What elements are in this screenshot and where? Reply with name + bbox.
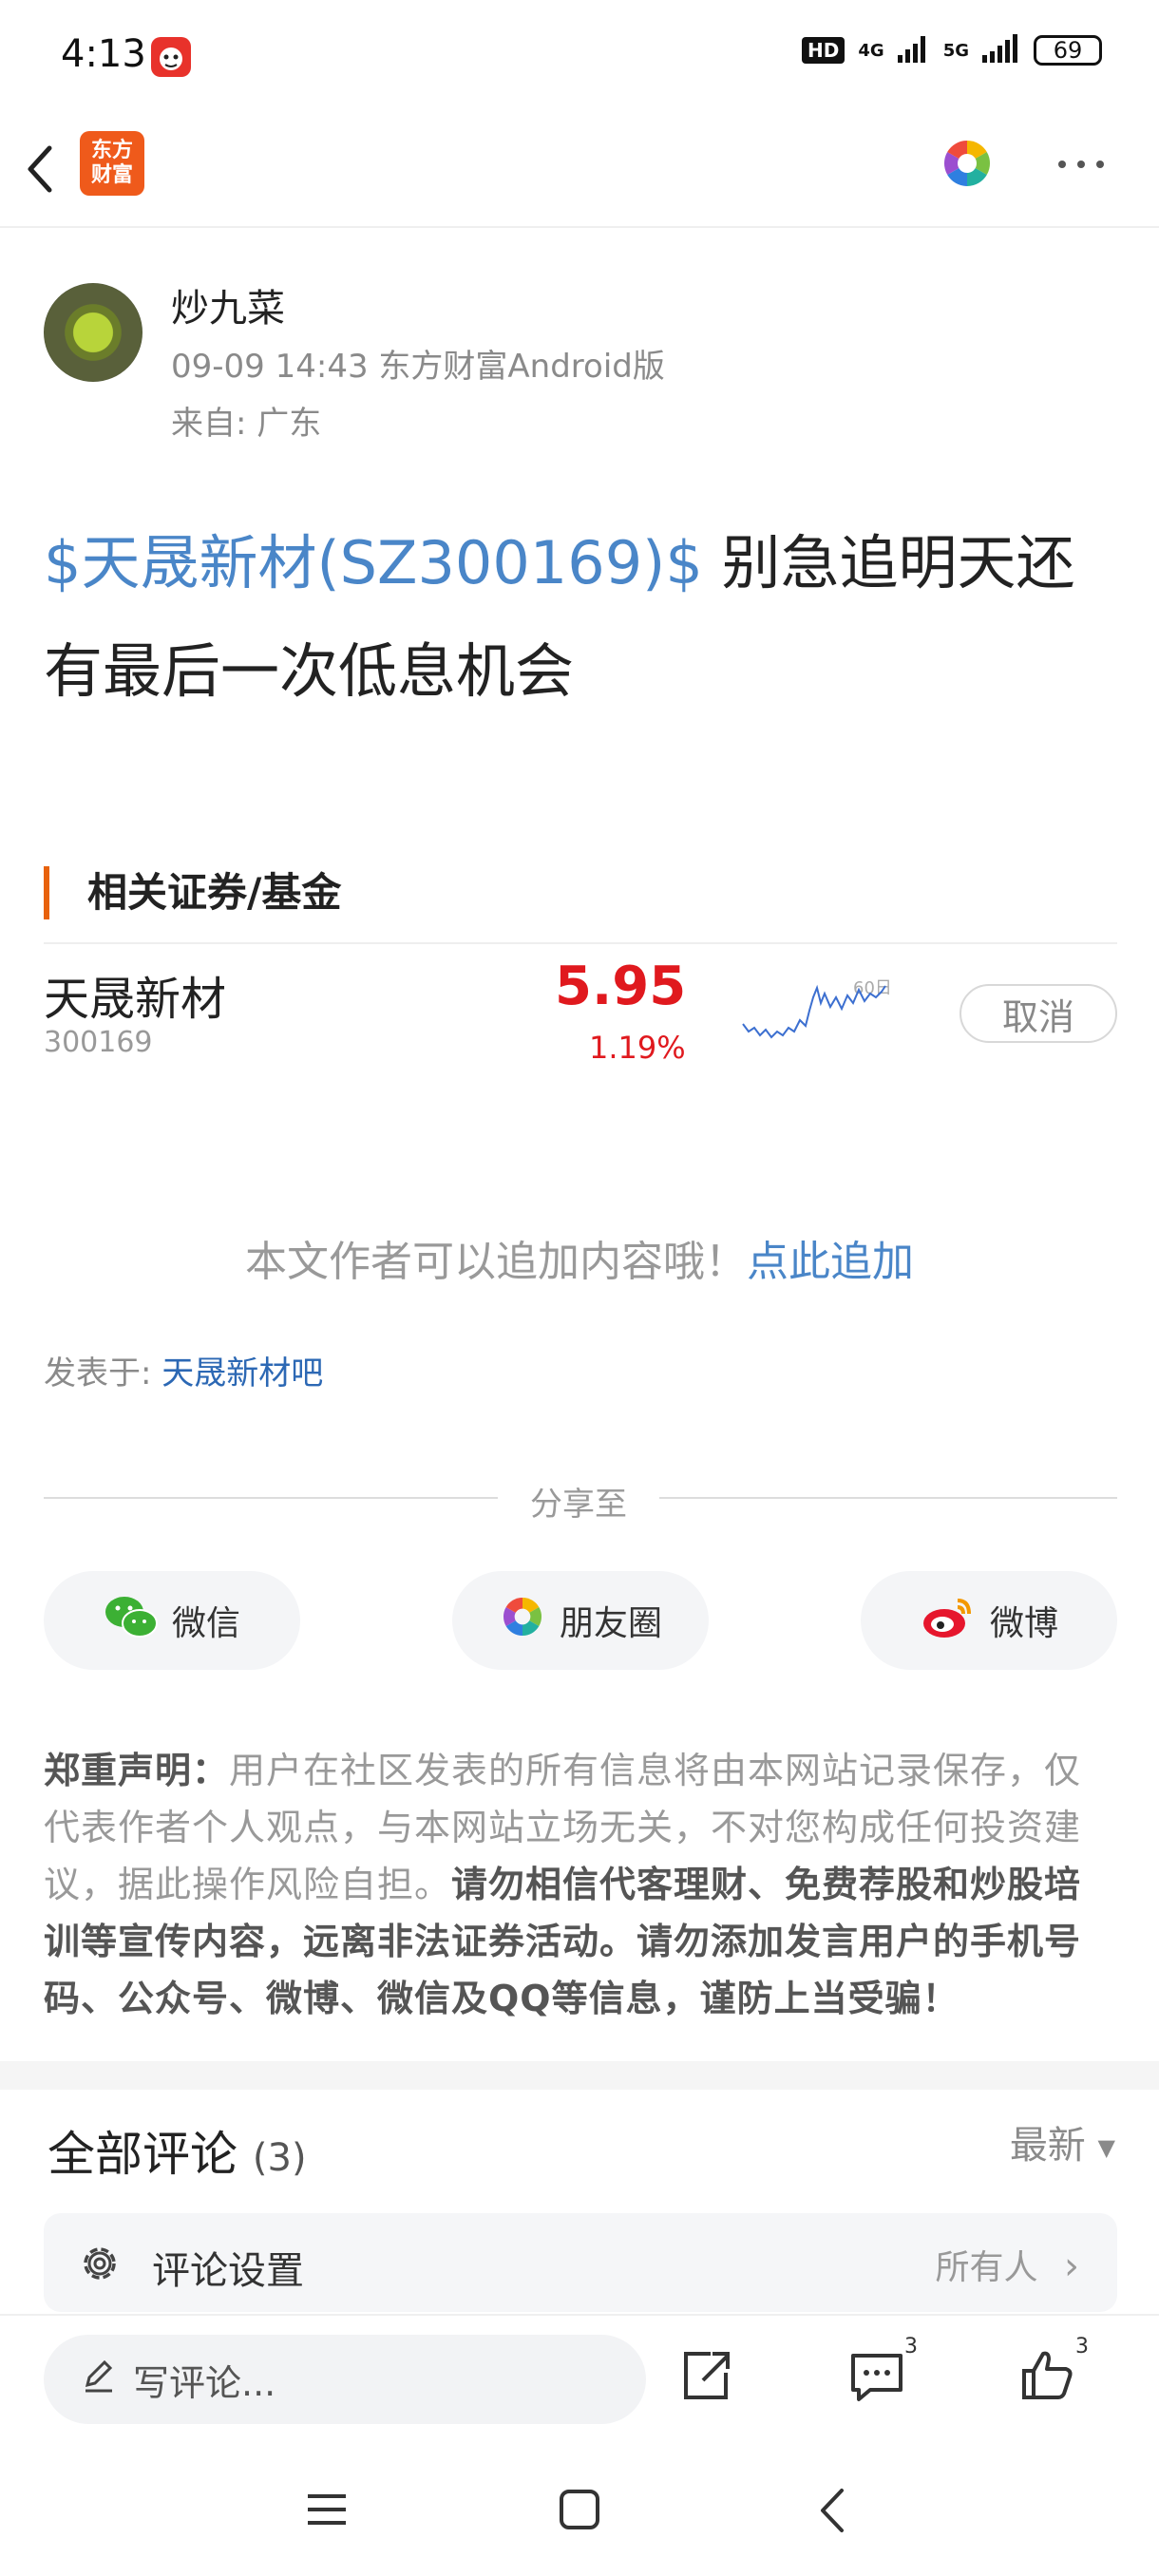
status-bar: 4:13 HD 4G 5G 69 [0, 0, 1159, 114]
sort-label: 最新 [1009, 2124, 1086, 2168]
append-text: 本文作者可以追加内容哦！ [245, 1238, 747, 1286]
home-icon[interactable] [559, 2489, 600, 2534]
post-meta: 09-09 14:43 东方财富Android版 [171, 348, 665, 386]
hd-indicator: HD [802, 37, 846, 64]
status-indicators: HD 4G 5G 69 [802, 34, 1102, 66]
append-prompt: 本文作者可以追加内容哦！点此追加 [0, 1227, 1159, 1288]
share-moments-label: 朋友圈 [559, 1604, 662, 1643]
comment-count-badge: 3 [904, 2335, 918, 2358]
system-nav-bar [0, 2441, 1159, 2576]
write-comment-placeholder: 写评论... [133, 2361, 276, 2404]
weibo-icon [920, 1593, 977, 1649]
comments-count: (3) [252, 2136, 307, 2180]
disclaimer-title: 郑重声明： [44, 1750, 230, 1791]
share-wechat-button[interactable]: 微信 [44, 1571, 300, 1670]
append-link[interactable]: 点此追加 [747, 1238, 914, 1286]
comment-icon[interactable]: 3 [844, 2335, 918, 2409]
chevron-right-icon: › [1064, 2245, 1079, 2288]
stock-price: 5.95 [555, 956, 687, 1017]
top-nav: 东方 财富 [0, 114, 1159, 228]
share-weibo-label: 微博 [989, 1604, 1058, 1643]
moments-icon [499, 1593, 546, 1649]
network-4g-label: 4G [858, 40, 884, 61]
cancel-follow-button[interactable]: 取消 [960, 984, 1117, 1043]
posted-in-label: 发表于: [44, 1354, 162, 1392]
more-options-icon[interactable] [1053, 154, 1110, 172]
eastmoney-logo: 东方 财富 [80, 131, 144, 196]
comments-title: 全部评论 [48, 2127, 238, 2182]
comments-header: 全部评论 (3) [48, 2116, 307, 2185]
stock-tag-link[interactable]: $天晟新材(SZ300169)$ [44, 528, 703, 597]
disclaimer: 郑重声明：用户在社区发表的所有信息将由本网站记录保存，仅代表作者个人观点，与本网… [44, 1742, 1117, 2027]
write-comment-input[interactable]: 写评论... [44, 2335, 646, 2424]
bottom-action-bar: 写评论... 3 3 [0, 2314, 1159, 2443]
back-arrow-icon[interactable] [21, 142, 59, 199]
gear-icon [78, 2242, 122, 2289]
comment-settings-row[interactable]: 评论设置 所有人 › [44, 2213, 1117, 2312]
author-avatar[interactable] [44, 283, 142, 382]
pencil-icon [80, 2357, 118, 2403]
share-moments-button[interactable]: 朋友圈 [452, 1571, 709, 1670]
share-divider-right [659, 1497, 1117, 1499]
share-wechat-label: 微信 [171, 1604, 240, 1643]
moments-share-icon[interactable] [939, 135, 996, 196]
posted-in: 发表于: 天晟新材吧 [44, 1347, 323, 1393]
divider [44, 942, 1117, 944]
network-5g-label: 5G [942, 40, 969, 61]
share-label: 分享至 [530, 1486, 627, 1524]
like-icon[interactable]: 3 [1015, 2335, 1089, 2409]
comment-settings-option: 所有人 [935, 2248, 1038, 2287]
caret-down-icon: ▼ [1097, 2134, 1115, 2161]
section-separator [0, 2061, 1159, 2090]
related-securities-heading: 相关证券/基金 [44, 866, 341, 919]
logo-text-1: 东方 [90, 139, 133, 162]
stock-name[interactable]: 天晟新材 [44, 961, 226, 1028]
signal-icon [897, 34, 930, 66]
author-name[interactable]: 炒九菜 [171, 277, 285, 332]
sort-dropdown[interactable]: 最新 ▼ [1010, 2114, 1115, 2169]
logo-text-2: 财富 [90, 163, 133, 187]
stock-sparkline[interactable]: 60日 [741, 969, 902, 1054]
status-time: 4:13 [61, 32, 146, 76]
share-icon[interactable] [673, 2342, 739, 2409]
comment-settings-value: 所有人 › [936, 2240, 1079, 2289]
menu-icon[interactable] [306, 2491, 348, 2532]
post-location: 来自: 广东 [171, 405, 322, 443]
app-notification-icon [150, 36, 192, 78]
share-weibo-button[interactable]: 微博 [861, 1571, 1117, 1670]
like-count-badge: 3 [1075, 2335, 1089, 2358]
battery-indicator: 69 [1034, 35, 1102, 66]
post-content: $天晟新材(SZ300169)$ 别急追明天还有最后一次低息机会 [44, 509, 1117, 726]
stock-change: 1.19% [589, 1030, 686, 1066]
stock-code: 300169 [44, 1026, 153, 1059]
signal-icon-2 [982, 34, 1020, 66]
posted-in-forum-link[interactable]: 天晟新材吧 [162, 1354, 323, 1392]
share-divider-left [44, 1497, 498, 1499]
back-icon[interactable] [815, 2487, 849, 2538]
comment-settings-label: 评论设置 [152, 2249, 304, 2293]
battery-level: 69 [1053, 37, 1083, 64]
wechat-icon [104, 1593, 159, 1649]
